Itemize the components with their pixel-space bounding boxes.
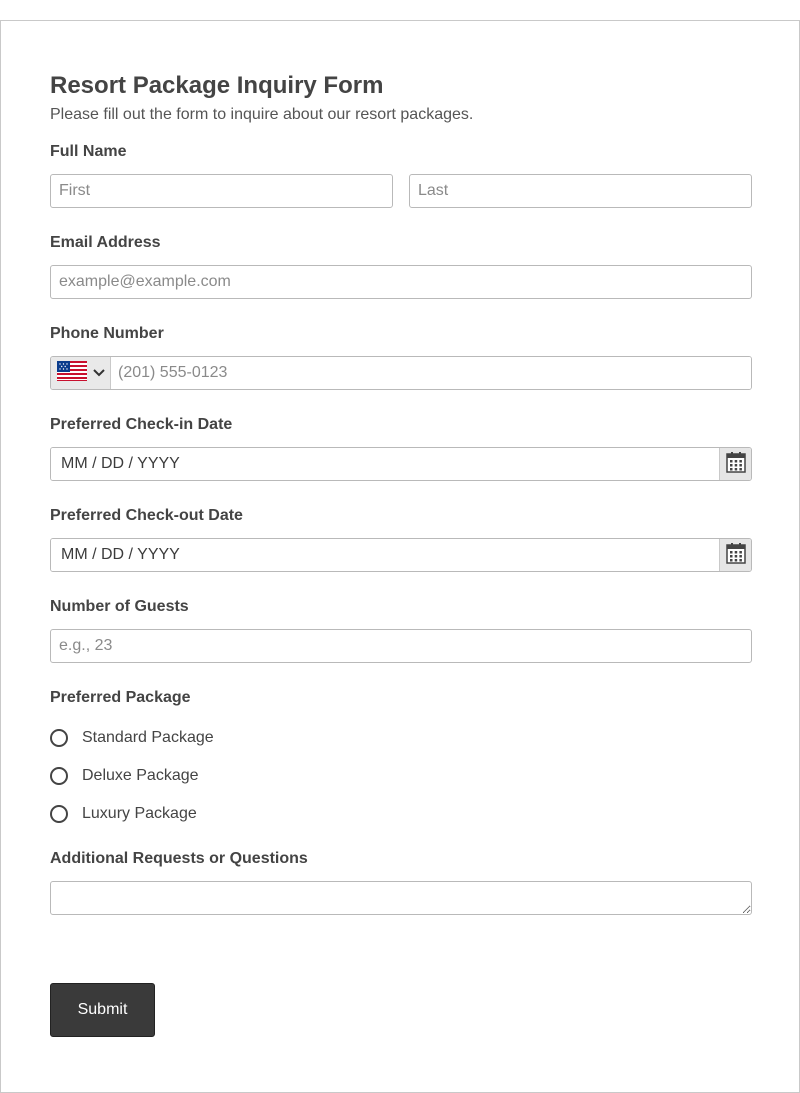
radio-label: Luxury Package [82, 805, 197, 822]
requests-textarea[interactable] [50, 881, 752, 915]
checkin-date-input[interactable] [51, 448, 719, 480]
checkin-field [50, 447, 752, 481]
form-subtitle: Please fill out the form to inquire abou… [50, 106, 474, 123]
phone-input[interactable] [111, 357, 751, 389]
checkin-label: Preferred Check-in Date [50, 416, 233, 433]
full-name-label: Full Name [50, 143, 127, 160]
checkout-label: Preferred Check-out Date [50, 507, 243, 524]
checkout-calendar-button[interactable] [719, 539, 751, 571]
first-name-input[interactable] [50, 174, 393, 208]
radio-button[interactable] [50, 805, 68, 823]
phone-label: Phone Number [50, 325, 164, 342]
calendar-icon [725, 542, 746, 569]
phone-field [50, 356, 752, 390]
chevron-down-icon [93, 364, 105, 382]
checkout-date-input[interactable] [51, 539, 719, 571]
radio-label: Standard Package [82, 729, 214, 746]
us-flag-icon [57, 360, 87, 386]
package-option-deluxe[interactable]: Deluxe Package [50, 766, 199, 786]
package-option-luxury[interactable]: Luxury Package [50, 804, 197, 824]
package-label: Preferred Package [50, 689, 191, 706]
radio-label: Deluxe Package [82, 767, 199, 784]
package-option-standard[interactable]: Standard Package [50, 728, 214, 748]
requests-label: Additional Requests or Questions [50, 850, 308, 867]
email-input[interactable] [50, 265, 752, 299]
guests-label: Number of Guests [50, 598, 189, 615]
submit-button[interactable]: Submit [50, 983, 155, 1037]
radio-button[interactable] [50, 729, 68, 747]
last-name-input[interactable] [409, 174, 752, 208]
email-label: Email Address [50, 234, 161, 251]
calendar-icon [725, 451, 746, 478]
guests-input[interactable] [50, 629, 752, 663]
radio-button[interactable] [50, 767, 68, 785]
form-title: Resort Package Inquiry Form [50, 72, 384, 99]
country-code-select[interactable] [51, 357, 111, 389]
checkout-field [50, 538, 752, 572]
form-card: Resort Package Inquiry Form Please fill … [0, 20, 800, 1093]
checkin-calendar-button[interactable] [719, 448, 751, 480]
